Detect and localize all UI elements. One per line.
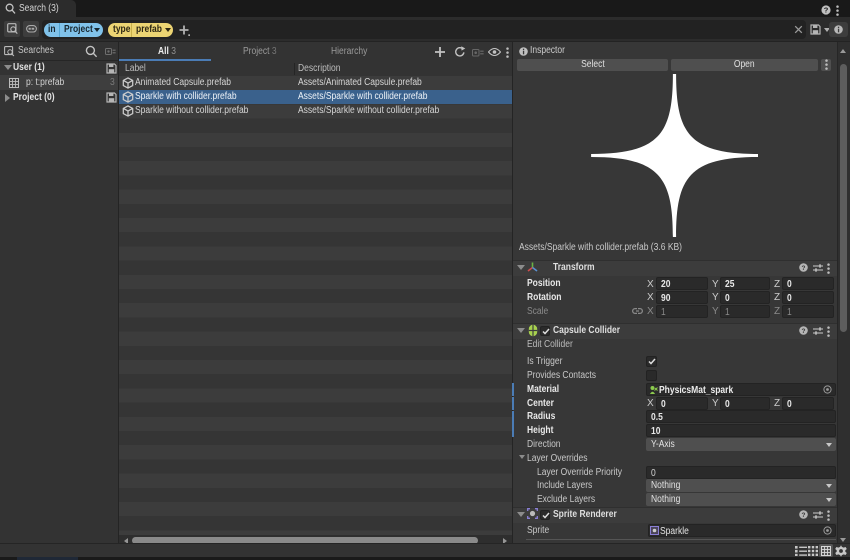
svg-text:?: ?	[802, 328, 806, 335]
svg-text:?: ?	[802, 512, 806, 519]
svg-text:?: ?	[824, 6, 829, 15]
svg-text:?: ?	[802, 265, 806, 272]
